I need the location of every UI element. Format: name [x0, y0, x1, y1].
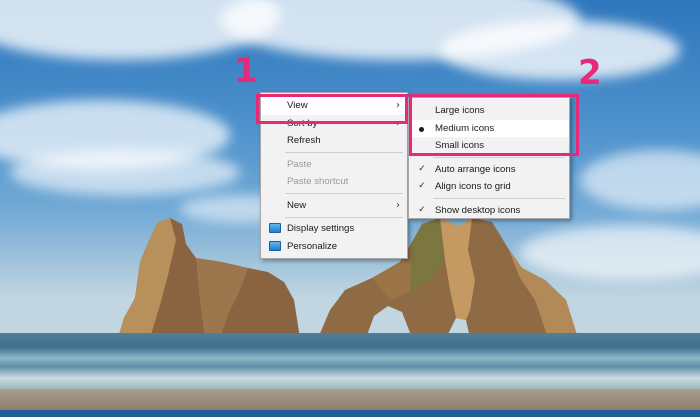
menu-item-personalize[interactable]: Personalize: [261, 238, 407, 256]
menu-item-label: Align icons to grid: [435, 181, 511, 192]
menu-item-sort-by[interactable]: Sort by ›: [261, 115, 407, 133]
menu-item-new[interactable]: New ›: [261, 197, 407, 215]
desktop-context-menu: View › Sort by › Refresh Paste Paste sho…: [260, 92, 408, 259]
menu-item-refresh[interactable]: Refresh: [261, 132, 407, 150]
menu-separator: [285, 193, 403, 194]
submenu-item-align-to-grid[interactable]: ✓ Align icons to grid: [409, 178, 569, 196]
menu-item-label: New: [287, 199, 307, 211]
submenu-item-show-desktop-icons[interactable]: ✓ Show desktop icons: [409, 202, 569, 220]
menu-item-paste-shortcut: Paste shortcut: [261, 173, 407, 191]
chevron-right-icon: ›: [396, 117, 400, 129]
checkmark-icon: ✓: [418, 163, 426, 174]
step-marker-2: 2: [578, 53, 602, 93]
menu-separator: [433, 157, 565, 158]
radio-bullet-icon: [419, 126, 424, 132]
menu-item-label: Show desktop icons: [435, 204, 521, 216]
menu-item-paste: Paste: [261, 156, 407, 174]
checkmark-icon: ✓: [418, 204, 426, 215]
menu-item-label: Refresh: [287, 135, 321, 146]
step-marker-1: 1: [234, 51, 258, 91]
menu-item-display-settings[interactable]: Display settings: [261, 220, 407, 238]
menu-separator: [433, 198, 565, 199]
menu-item-view[interactable]: View ›: [261, 97, 407, 115]
menu-item-label: Auto arrange icons: [435, 163, 516, 175]
menu-item-label: Small icons: [435, 140, 485, 151]
submenu-item-large-icons[interactable]: Large icons: [409, 102, 569, 120]
menu-item-label: Sort by: [287, 117, 318, 129]
menu-item-label: Large icons: [435, 105, 485, 116]
menu-separator: [285, 216, 403, 218]
checkmark-icon: ✓: [418, 181, 426, 191]
view-submenu: Large icons Medium icons Small icons ✓ A…: [408, 97, 570, 219]
menu-item-label: Personalize: [287, 240, 338, 252]
personalize-monitor-icon: [269, 240, 281, 251]
menu-item-label: Paste shortcut: [287, 176, 349, 187]
display-monitor-icon: [269, 223, 281, 233]
menu-item-label: Medium icons: [435, 122, 495, 134]
taskbar-edge: [0, 410, 700, 417]
menu-item-label: Display settings: [287, 223, 355, 234]
submenu-item-medium-icons[interactable]: Medium icons: [409, 119, 569, 137]
submenu-item-auto-arrange[interactable]: ✓ Auto arrange icons: [409, 161, 569, 179]
chevron-right-icon: ›: [396, 100, 400, 111]
chevron-right-icon: ›: [396, 199, 400, 211]
submenu-item-small-icons[interactable]: Small icons: [409, 137, 569, 155]
beach-sand: [0, 389, 700, 410]
menu-separator: [285, 152, 403, 153]
menu-item-label: Paste: [287, 158, 312, 170]
menu-item-label: View: [287, 100, 308, 111]
sea: [0, 333, 700, 389]
